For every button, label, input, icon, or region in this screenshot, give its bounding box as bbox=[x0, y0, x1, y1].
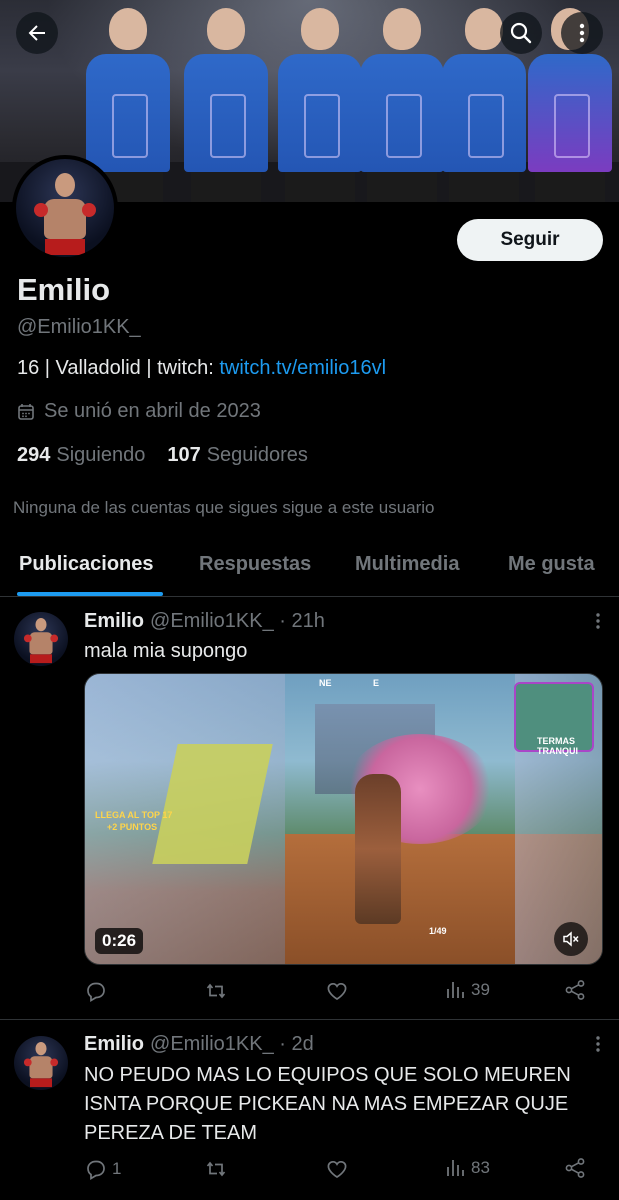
more-options-button[interactable] bbox=[561, 12, 603, 54]
hud-compass-text: NE bbox=[319, 678, 332, 688]
reply-icon bbox=[87, 982, 105, 1003]
video-duration: 0:26 bbox=[95, 928, 144, 954]
avatar-figure bbox=[23, 1042, 59, 1088]
bio-text: 16 | Valladolid | twitch: bbox=[17, 357, 220, 379]
heart-icon bbox=[327, 982, 347, 1000]
analytics-icon bbox=[447, 982, 464, 998]
profile-name: Emilio bbox=[17, 272, 111, 307]
tab-posts[interactable]: Publicaciones bbox=[19, 553, 154, 576]
profile-handle: @Emilio1KK_ bbox=[17, 316, 141, 338]
views-button[interactable]: 83 bbox=[445, 1157, 490, 1179]
analytics-icon bbox=[447, 1160, 464, 1176]
following-link[interactable]: 294 Siguiendo bbox=[17, 444, 145, 467]
following-count: 294 bbox=[17, 444, 51, 466]
hud-compass-text: E bbox=[373, 678, 380, 688]
banner-person bbox=[184, 8, 268, 202]
post-divider bbox=[0, 1019, 619, 1020]
share-button[interactable] bbox=[564, 1157, 590, 1179]
arrow-left-icon bbox=[28, 25, 45, 41]
hud-location-text: TERMAS TRANQUI bbox=[537, 736, 578, 756]
post-video[interactable]: LLEGA AL TOP 17 +2 PUNTOS TERMAS TRANQUI… bbox=[84, 673, 603, 965]
post-author-name[interactable]: Emilio bbox=[84, 610, 144, 633]
reply-count: 1 bbox=[112, 1159, 122, 1178]
repost-icon bbox=[206, 983, 226, 999]
views-count: 39 bbox=[471, 980, 490, 999]
share-icon bbox=[565, 1158, 585, 1178]
hud-ammo-text: 1/49 bbox=[429, 926, 447, 936]
follow-stats: 294 Siguiendo 107 Seguidores bbox=[17, 444, 330, 467]
post-avatar[interactable] bbox=[14, 1036, 68, 1090]
profile-tabs: Publicaciones Respuestas Multimedia Me g… bbox=[0, 540, 619, 597]
post-more-icon[interactable] bbox=[595, 612, 601, 630]
post-text: NO PEUDO MAS LO EQUIPOS QUE SOLO MEUREN … bbox=[84, 1064, 571, 1144]
followers-link[interactable]: 107 Seguidores bbox=[167, 444, 308, 467]
post-header: Emilio @Emilio1KK_ · 2d bbox=[84, 1033, 314, 1056]
tab-media[interactable]: Multimedia bbox=[355, 553, 459, 576]
back-button[interactable] bbox=[16, 12, 58, 54]
post-text: mala mia supongo bbox=[84, 640, 248, 662]
repost-button[interactable] bbox=[204, 1157, 232, 1181]
hud-top-text: LLEGA AL TOP 17 bbox=[95, 810, 173, 820]
post-header: Emilio @Emilio1KK_ · 21h bbox=[84, 610, 325, 633]
share-icon bbox=[565, 980, 585, 1000]
follow-button[interactable]: Seguir bbox=[457, 219, 603, 261]
profile-bio: 16 | Valladolid | twitch: twitch.tv/emil… bbox=[17, 357, 386, 380]
profile-avatar[interactable] bbox=[12, 155, 118, 261]
reply-icon bbox=[87, 1160, 105, 1181]
repost-button[interactable] bbox=[204, 979, 232, 1003]
post-author-name[interactable]: Emilio bbox=[84, 1033, 144, 1056]
active-tab-indicator bbox=[17, 592, 163, 596]
views-count: 83 bbox=[471, 1158, 490, 1177]
search-button[interactable] bbox=[500, 12, 542, 54]
calendar-icon bbox=[18, 403, 34, 420]
search-icon bbox=[510, 22, 532, 44]
joined-text: Se unió en abril de 2023 bbox=[44, 400, 261, 422]
video-character bbox=[355, 774, 401, 924]
repost-icon bbox=[206, 1161, 226, 1177]
hud-points-text: +2 PUNTOS bbox=[107, 822, 158, 832]
avatar-figure bbox=[34, 173, 96, 255]
mute-button[interactable] bbox=[554, 922, 588, 956]
joined-date: Se unió en abril de 2023 bbox=[17, 400, 261, 423]
followers-count: 107 bbox=[167, 444, 201, 466]
post-actions: 1 83 bbox=[84, 1157, 594, 1185]
reply-button[interactable]: 1 bbox=[84, 1157, 121, 1181]
post-more-icon[interactable] bbox=[595, 1035, 601, 1053]
followers-you-know-notice: Ninguna de las cuentas que sigues sigue … bbox=[13, 498, 435, 517]
more-vertical-icon bbox=[579, 23, 585, 43]
avatar-figure bbox=[23, 618, 59, 664]
reply-button[interactable] bbox=[84, 979, 112, 1003]
post-meta: @Emilio1KK_ · 21h bbox=[150, 610, 325, 632]
like-button[interactable] bbox=[325, 979, 353, 1003]
tab-likes[interactable]: Me gusta bbox=[508, 553, 595, 576]
share-button[interactable] bbox=[564, 979, 590, 1001]
post-meta: @Emilio1KK_ · 2d bbox=[150, 1033, 314, 1055]
banner-person bbox=[278, 8, 362, 202]
volume-muted-icon bbox=[563, 931, 579, 947]
followers-label: Seguidores bbox=[206, 444, 308, 466]
bio-link[interactable]: twitch.tv/emilio16vl bbox=[219, 357, 386, 379]
views-button[interactable]: 39 bbox=[445, 979, 490, 1001]
banner-person bbox=[360, 8, 444, 202]
heart-icon bbox=[327, 1160, 347, 1178]
post-actions: 39 bbox=[84, 979, 594, 1007]
post-avatar[interactable] bbox=[14, 612, 68, 666]
following-label: Siguiendo bbox=[56, 444, 146, 466]
tab-replies[interactable]: Respuestas bbox=[199, 553, 311, 576]
like-button[interactable] bbox=[325, 1157, 353, 1181]
